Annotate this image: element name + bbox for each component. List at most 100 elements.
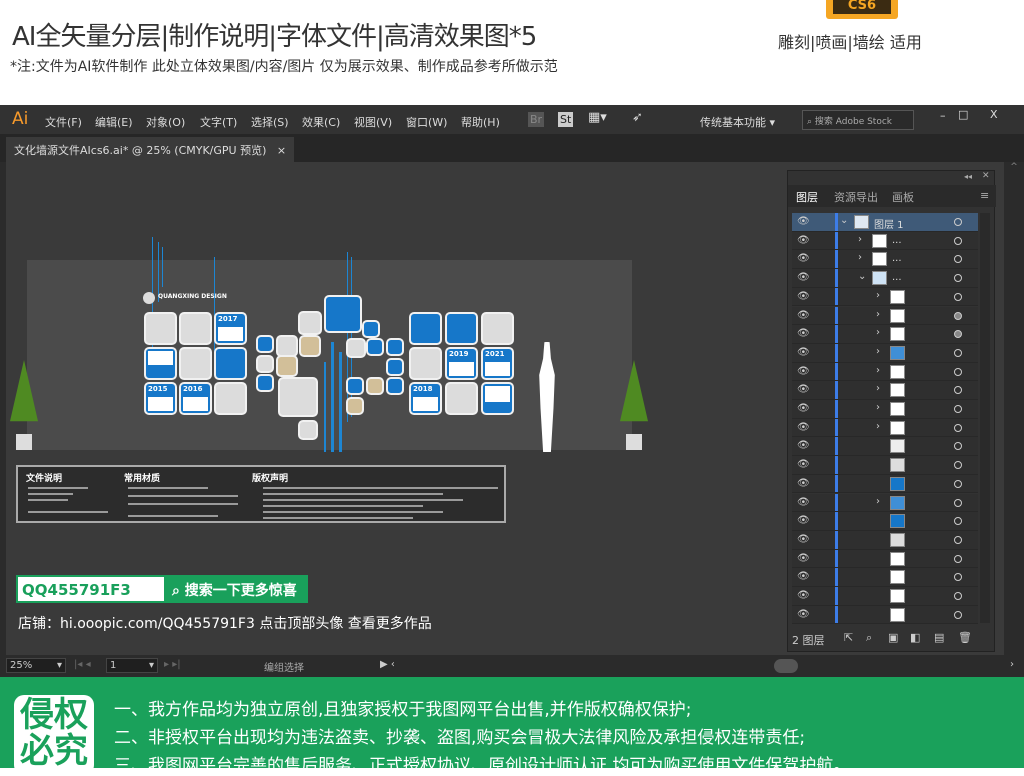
layer-row[interactable]: 👁 › [792,381,978,400]
chevron-right-icon[interactable]: › [876,327,880,338]
visibility-eye-icon[interactable]: 👁 [797,253,810,264]
export-icon[interactable]: ⇱ [844,631,853,644]
visibility-eye-icon[interactable]: 👁 [797,384,810,395]
visibility-eye-icon[interactable]: 👁 [797,366,810,377]
menu-file[interactable]: 文件(F) [45,114,82,130]
close-panel-icon[interactable]: ✕ [982,171,990,181]
arrange-documents-icon[interactable]: ▦▾ [588,110,607,125]
layer-row[interactable]: 👁 [792,456,978,475]
layer-row[interactable]: 👁 [792,605,978,625]
new-layer-icon[interactable]: ▤ [934,631,944,644]
layer-row[interactable]: 👁 [792,587,978,606]
status-menu-icon[interactable]: ▶ ‹ [380,659,395,670]
visibility-eye-icon[interactable]: 👁 [797,347,810,358]
visibility-eye-icon[interactable]: 👁 [797,515,810,526]
visibility-eye-icon[interactable]: 👁 [797,422,810,433]
menu-window[interactable]: 窗口(W) [406,114,447,130]
tab-asset-export[interactable]: 资源导出 [834,189,878,205]
layer-row[interactable]: 👁 › [792,325,978,344]
target-circle-icon[interactable] [954,255,962,264]
maximize-button[interactable]: □ [958,108,968,121]
tab-artboards[interactable]: 画板 [892,189,914,205]
menu-help[interactable]: 帮助(H) [461,114,500,130]
canvas[interactable]: QUANGXING DESIGN 2017 2015 2016 2019 202… [6,162,1004,655]
target-circle-icon[interactable] [954,554,962,563]
zoom-select[interactable]: 25% ▾ [6,658,66,673]
target-circle-icon[interactable] [954,218,962,226]
visibility-eye-icon[interactable]: 👁 [797,310,810,321]
visibility-eye-icon[interactable]: 👁 [797,590,810,601]
layer-row[interactable]: 👁 › [792,400,978,419]
stock-search-input[interactable]: ⌕ 搜索 Adobe Stock [802,110,914,130]
target-circle-icon[interactable] [954,311,962,320]
visibility-eye-icon[interactable]: 👁 [797,553,810,564]
target-circle-icon[interactable] [954,610,962,619]
target-circle-icon[interactable] [954,405,962,413]
target-circle-icon[interactable] [954,330,962,339]
bridge-button[interactable]: Br [528,112,545,127]
close-window-button[interactable]: X [990,108,998,121]
layer-row[interactable]: 👁 › [792,493,978,513]
vertical-scrollbar[interactable]: ^ [1006,162,1022,655]
layer-row[interactable]: 👁 [792,437,978,457]
target-circle-icon[interactable] [954,236,962,245]
visibility-eye-icon[interactable]: 👁 [797,478,810,489]
tab-close-icon[interactable]: × [277,144,286,157]
visibility-eye-icon[interactable]: 👁 [797,328,810,339]
chevron-right-icon[interactable]: › [876,309,880,320]
menu-select[interactable]: 选择(S) [251,114,289,130]
chevron-right-icon[interactable]: › [858,252,862,263]
visibility-eye-icon[interactable]: 👁 [797,235,810,246]
chevron-down-icon[interactable]: ⌄ [840,215,848,226]
layer-row[interactable]: 👁 › [792,306,978,326]
workspace-switcher[interactable]: 传统基本功能 ▾ [700,114,775,130]
chevron-right-icon[interactable]: › [876,365,880,376]
clipping-mask-icon[interactable]: ▣ [888,631,898,644]
target-circle-icon[interactable] [954,367,962,376]
visibility-eye-icon[interactable]: 👁 [797,459,810,470]
visibility-eye-icon[interactable]: 👁 [797,609,810,620]
chevron-right-icon[interactable]: › [876,346,880,357]
new-sublayer-icon[interactable]: ◧ [910,631,920,644]
search-more-button[interactable]: ⌕ 搜索一下更多惊喜 [166,575,308,603]
visibility-eye-icon[interactable]: 👁 [797,403,810,414]
gpu-rocket-icon[interactable]: ➶ [632,110,643,125]
visibility-eye-icon[interactable]: 👁 [797,497,810,508]
tab-layers[interactable]: 图层 [796,189,818,205]
locate-object-icon[interactable]: ⌕ [866,631,872,645]
target-circle-icon[interactable] [954,274,962,283]
layer-row[interactable]: 👁 › [792,343,978,363]
layer-row[interactable]: 👁 [792,549,978,569]
collapse-panel-icon[interactable]: ◂◂ [964,172,972,181]
menu-object[interactable]: 对象(O) [146,114,185,130]
visibility-eye-icon[interactable]: 👁 [797,216,810,227]
visibility-eye-icon[interactable]: 👁 [797,534,810,545]
first-page-icon[interactable]: |◂ ◂ [74,659,91,670]
chevron-right-icon[interactable]: › [876,290,880,301]
delete-layer-icon[interactable]: 🗑 [958,631,972,644]
target-circle-icon[interactable] [954,535,962,544]
target-circle-icon[interactable] [954,517,962,526]
layers-scrollbar[interactable] [980,213,990,623]
target-circle-icon[interactable] [954,498,962,507]
next-page-icon[interactable]: ▸ ▸| [164,659,181,670]
visibility-eye-icon[interactable]: 👁 [797,272,810,283]
target-circle-icon[interactable] [954,592,962,600]
menu-view[interactable]: 视图(V) [354,114,392,130]
chevron-right-icon[interactable]: › [876,496,880,507]
layer-row[interactable]: 👁 [792,474,978,494]
chevron-down-icon[interactable]: ⌄ [858,271,866,282]
target-circle-icon[interactable] [954,573,962,582]
layer-row[interactable]: 👁 ⌄... [792,269,978,288]
layer-row[interactable]: 👁 ⌄ 图层 1 [792,213,978,232]
layer-row[interactable]: 👁 › [792,418,978,438]
chevron-right-icon[interactable]: › [876,383,880,394]
target-circle-icon[interactable] [954,423,962,432]
chevron-right-icon[interactable]: › [876,421,880,432]
menu-type[interactable]: 文字(T) [200,114,237,130]
chevron-right-icon[interactable]: › [858,234,862,245]
target-circle-icon[interactable] [954,386,962,395]
document-tab[interactable]: 文化墙源文件AIcs6.ai* @ 25% (CMYK/GPU 预览) × [6,137,295,162]
visibility-eye-icon[interactable]: 👁 [797,440,810,451]
stock-button[interactable]: St [558,112,574,127]
